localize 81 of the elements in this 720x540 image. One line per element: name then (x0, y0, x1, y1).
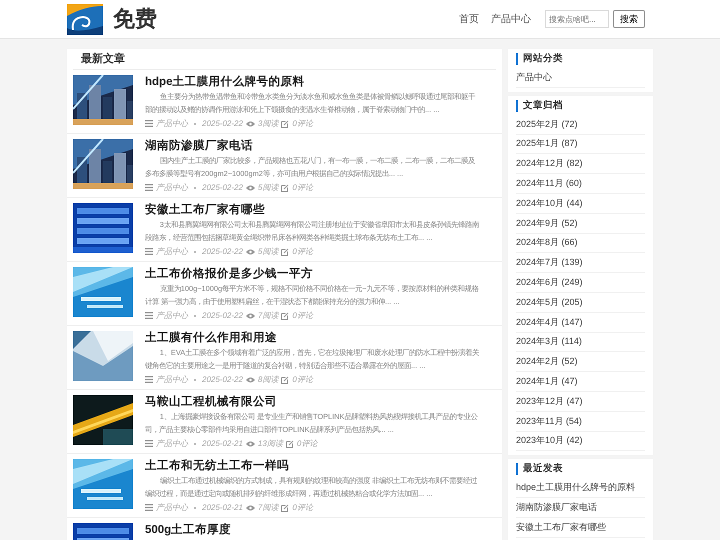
eye-icon (246, 376, 255, 382)
sidebar-link[interactable]: 2024年9月 (52) (516, 214, 645, 234)
list-icon (145, 440, 153, 447)
sidebar-title: 最近发表 (516, 463, 645, 476)
eye-icon (246, 248, 255, 254)
sidebar-link[interactable]: 湖南防渗膜厂家电话 (516, 498, 645, 518)
edit-icon (281, 504, 290, 512)
comment-count: 0评论 (296, 438, 318, 449)
eye-icon (246, 504, 255, 510)
logo-icon (67, 4, 103, 34)
list-icon (145, 376, 153, 383)
comment-count: 0评论 (292, 310, 313, 321)
sidebar-link[interactable]: 2024年10月 (44) (516, 194, 645, 214)
edit-icon (281, 184, 290, 192)
article-title[interactable]: 湖南防渗膜厂家电话 (145, 139, 494, 153)
view-count: 3阅读 (258, 118, 278, 129)
eye-icon (246, 312, 255, 318)
article-date: 2025-02-21 (202, 438, 243, 449)
eye-icon (246, 440, 255, 446)
comment-count: 0评论 (292, 118, 313, 129)
sidebar-title: 文章归档 (516, 100, 645, 112)
view-count: 5阅读 (258, 246, 278, 257)
sidebar-link[interactable]: 2024年4月 (147) (516, 312, 645, 333)
sidebar-link[interactable]: 2023年10月 (42) (516, 432, 645, 452)
comment-count: 0评论 (292, 246, 313, 257)
view-count: 8阅读 (258, 374, 278, 385)
article-date: 2025-02-22 (202, 310, 243, 321)
search-field[interactable]: 搜索点啥吧... (545, 10, 609, 28)
article-title[interactable]: 土工膜有什么作用和用途 (145, 331, 494, 345)
article-date: 2025-02-21 (202, 502, 243, 513)
sidebar-link[interactable]: 2024年3月 (114) (516, 332, 645, 352)
list-icon (145, 248, 153, 255)
eye-icon (246, 184, 255, 190)
sidebar-link[interactable]: 2024年2月 (52) (516, 352, 645, 372)
list-icon (145, 504, 153, 511)
list-icon (145, 312, 153, 319)
article-date: 2025-02-22 (202, 246, 243, 257)
sidebar-link[interactable]: 2024年8月 (66) (516, 234, 645, 254)
article-title[interactable]: 土工布和无纺土工布一样吗 (145, 459, 494, 473)
list-icon (145, 184, 153, 191)
view-count: 13阅读 (258, 438, 283, 449)
edit-icon (281, 312, 290, 320)
sidebar-link[interactable]: hdpe土工膜用什么牌号的原料 (516, 478, 645, 498)
article-title[interactable]: hdpe土工膜用什么牌号的原料 (145, 75, 494, 89)
nav-link[interactable]: 产品中心 (491, 12, 531, 26)
view-count: 7阅读 (258, 502, 278, 513)
article-title[interactable]: 土工布价格报价是多少钱一平方 (145, 267, 494, 281)
sidebar-link[interactable]: 2025年2月 (72) (516, 114, 645, 135)
comment-count: 0评论 (292, 182, 313, 193)
article-date: 2025-02-22 (202, 182, 243, 193)
sidebar-link[interactable]: 2024年6月 (249) (516, 273, 645, 293)
edit-icon (286, 440, 294, 448)
sidebar-link[interactable]: 2024年1月 (47) (516, 372, 645, 392)
edit-icon (281, 120, 290, 128)
sidebar-link[interactable]: 安徽土工布厂家有哪些 (516, 518, 645, 538)
search-button[interactable]: 搜索 (613, 10, 645, 28)
article-date: 2025-02-22 (202, 118, 243, 129)
article-title[interactable]: 500g土工布厚度 (145, 523, 494, 537)
sidebar-link[interactable]: 2023年12月 (47) (516, 392, 645, 412)
nav-link[interactable]: 首页 (459, 12, 479, 26)
sidebar-link[interactable]: 2024年7月 (139) (516, 253, 645, 274)
comment-count: 0评论 (292, 374, 313, 385)
edit-icon (281, 376, 290, 384)
sidebar-link[interactable]: 2024年12月 (82) (516, 154, 645, 174)
comment-count: 0评论 (292, 502, 313, 513)
view-count: 5阅读 (258, 182, 278, 193)
edit-icon (281, 248, 290, 256)
list-icon (145, 120, 153, 127)
logo-text: 免费 (113, 5, 157, 34)
sidebar-title: 网站分类 (516, 53, 645, 65)
sidebar-link[interactable]: 2024年11月 (60) (516, 174, 645, 194)
article-date: 2025-02-22 (202, 374, 243, 385)
sidebar-link[interactable]: 2025年1月 (87) (516, 134, 645, 154)
article-title[interactable]: 安徽土工布厂家有哪些 (145, 203, 494, 217)
article-title[interactable]: 马鞍山工程机械有限公司 (145, 395, 494, 409)
eye-icon (246, 120, 255, 126)
view-count: 7阅读 (258, 310, 278, 321)
sidebar-link[interactable]: 2024年5月 (205) (516, 292, 645, 313)
section-title: 最新文章 (73, 49, 496, 70)
sidebar-link[interactable]: 产品中心 (516, 68, 645, 88)
sidebar-link[interactable]: 2023年11月 (54) (516, 412, 645, 432)
